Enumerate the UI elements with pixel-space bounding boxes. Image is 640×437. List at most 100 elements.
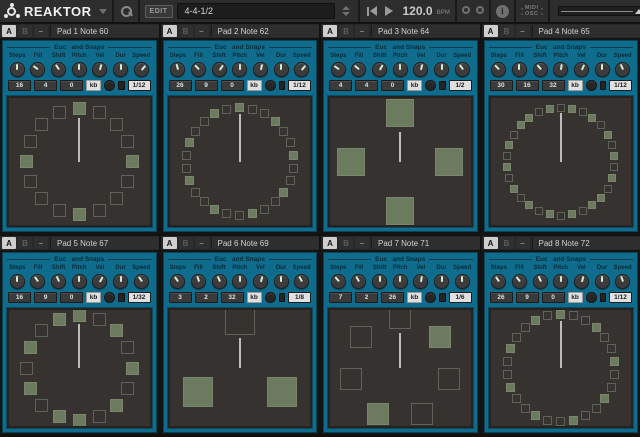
app-menu[interactable]: REAKTOR [0,0,114,22]
level-slider[interactable] [279,293,286,302]
layer-b-button[interactable]: B [18,25,32,37]
mini-knob[interactable] [104,292,115,303]
steps-knob[interactable] [7,61,28,78]
steps-knob[interactable] [328,61,349,78]
minus-button[interactable]: – [34,237,48,249]
layer-a-button[interactable]: A [163,25,177,37]
pitch-knob[interactable] [390,273,411,290]
layer-b-button[interactable]: B [179,25,193,37]
shift-value[interactable]: 0 [60,292,83,303]
layer-b-button[interactable]: B [339,237,353,249]
speed-knob[interactable] [291,273,312,290]
steps-value[interactable]: 16 [8,80,31,91]
steps-value[interactable]: 26 [490,292,513,303]
mini-knob[interactable] [265,292,276,303]
level-slider[interactable] [279,81,286,90]
fill-value[interactable]: 2 [355,292,378,303]
speed-value[interactable]: 1/12 [609,80,632,91]
shift-value[interactable]: 32 [542,80,565,91]
kb-toggle[interactable]: kb [407,292,422,303]
step-down-icon[interactable] [342,12,350,16]
minus-button[interactable]: – [195,237,209,249]
mini-knob[interactable] [586,292,597,303]
steps-value[interactable]: 7 [329,292,352,303]
pitch-knob[interactable] [69,273,90,290]
vel-knob[interactable] [571,61,592,78]
level-slider[interactable] [439,81,446,90]
fill-knob[interactable] [188,273,209,290]
minus-button[interactable]: – [516,25,530,37]
steps-knob[interactable] [328,273,349,290]
dur-knob[interactable] [431,273,452,290]
level-slider[interactable] [118,81,125,90]
dur-knob[interactable] [271,273,292,290]
shift-value[interactable]: 0 [381,80,404,91]
minus-button[interactable]: – [516,237,530,249]
fill-value[interactable]: 2 [195,292,218,303]
shift-knob[interactable] [369,273,390,290]
speed-value[interactable]: 1/8 [288,292,311,303]
layer-b-button[interactable]: B [500,237,514,249]
kb-toggle[interactable]: kb [86,292,101,303]
shift-knob[interactable] [530,61,551,78]
layer-a-button[interactable]: A [2,25,16,37]
steps-value[interactable]: 3 [169,292,192,303]
vel-knob[interactable] [90,61,111,78]
shift-value[interactable]: 0 [221,80,244,91]
pitch-knob[interactable] [69,61,90,78]
kb-toggle[interactable]: kb [247,80,262,91]
shift-value[interactable]: 26 [381,292,404,303]
fill-value[interactable]: 9 [516,292,539,303]
dur-knob[interactable] [110,61,131,78]
shift-value[interactable]: 0 [60,80,83,91]
kb-toggle[interactable]: kb [407,80,422,91]
speed-value[interactable]: 1/32 [128,292,151,303]
edit-button[interactable]: EDIT [145,5,173,18]
vel-knob[interactable] [250,273,271,290]
steps-knob[interactable] [7,273,28,290]
speed-value[interactable]: 1/6 [449,292,472,303]
vel-knob[interactable] [250,61,271,78]
fill-knob[interactable] [28,273,49,290]
vel-knob[interactable] [571,273,592,290]
bpm-value[interactable]: 120.0 [403,4,433,18]
level-slider[interactable] [600,81,607,90]
shift-knob[interactable] [369,61,390,78]
steps-value[interactable]: 26 [169,80,192,91]
fill-value[interactable]: 9 [34,292,57,303]
pitch-knob[interactable] [550,61,571,78]
mini-knob[interactable] [425,292,436,303]
shift-knob[interactable] [48,273,69,290]
minus-button[interactable]: – [355,237,369,249]
fill-value[interactable]: 4 [355,80,378,91]
kb-toggle[interactable]: kb [568,292,583,303]
layer-a-button[interactable]: A [323,25,337,37]
level-slider[interactable] [439,293,446,302]
fill-knob[interactable] [28,61,49,78]
search-icon[interactable] [119,4,133,18]
steps-value[interactable]: 4 [329,80,352,91]
fill-knob[interactable] [509,273,530,290]
kb-toggle[interactable]: kb [86,80,101,91]
dur-knob[interactable] [592,273,613,290]
speed-knob[interactable] [131,61,152,78]
ensemble-name-field[interactable]: 4-4-1/2 [177,3,335,19]
minus-button[interactable]: – [195,25,209,37]
mini-knob[interactable] [586,80,597,91]
vel-knob[interactable] [411,273,432,290]
layer-a-button[interactable]: A [323,237,337,249]
speed-knob[interactable] [452,273,473,290]
fill-value[interactable]: 16 [516,80,539,91]
fill-knob[interactable] [188,61,209,78]
shift-knob[interactable] [48,61,69,78]
shift-knob[interactable] [530,273,551,290]
layer-b-button[interactable]: B [339,25,353,37]
pitch-knob[interactable] [229,273,250,290]
speed-knob[interactable] [612,273,633,290]
layer-b-button[interactable]: B [179,237,193,249]
ensemble-stepper[interactable] [339,6,353,16]
minus-button[interactable]: – [355,25,369,37]
mini-knob[interactable] [104,80,115,91]
speed-value[interactable]: 1/12 [128,80,151,91]
steps-knob[interactable] [168,273,189,290]
